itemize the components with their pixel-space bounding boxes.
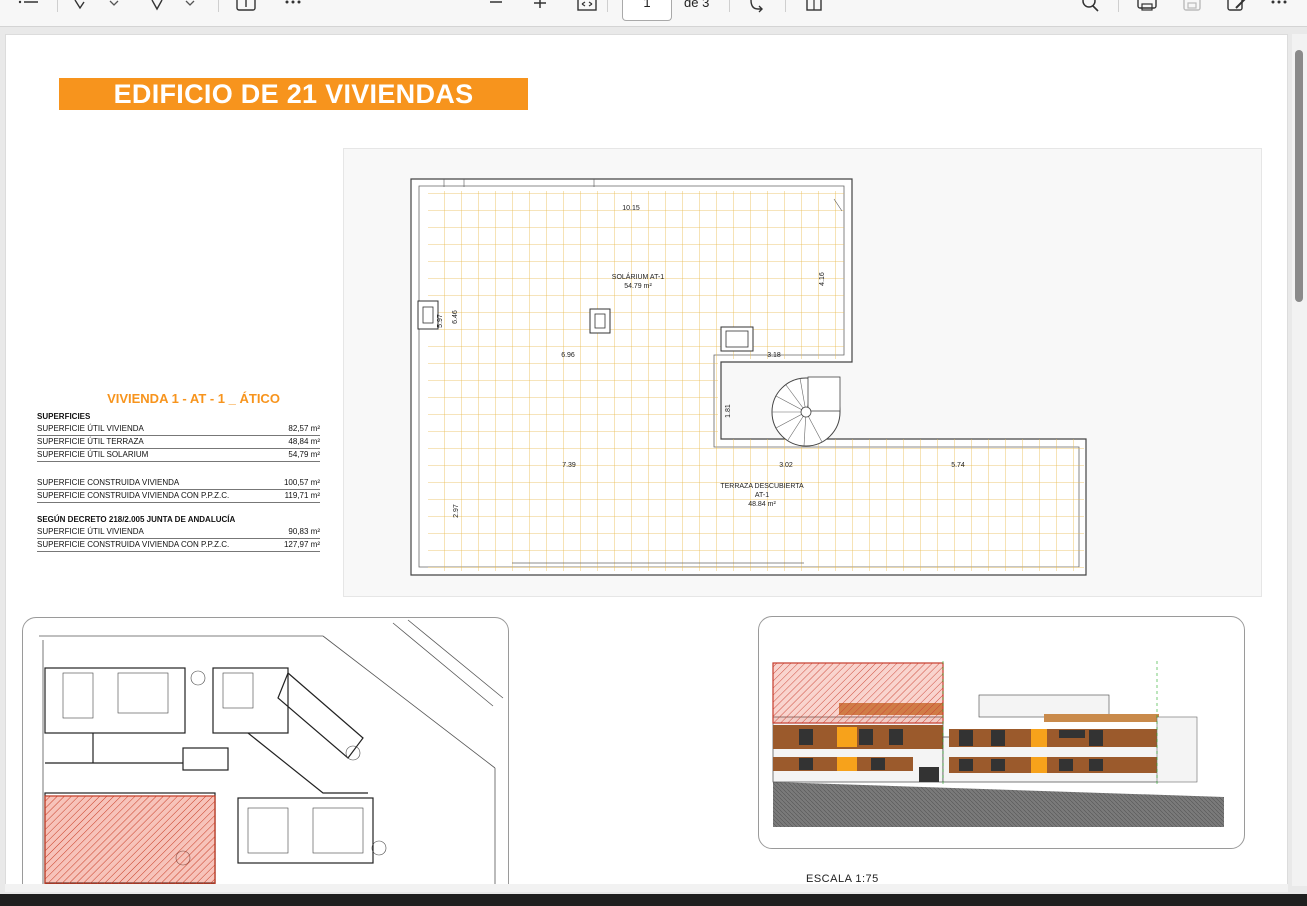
- decree-label: SEGÚN DECRETO 218/2.005 JUNTA DE ANDALUC…: [37, 515, 236, 524]
- page-number-input[interactable]: 1: [622, 0, 672, 21]
- more-icon[interactable]: [1270, 0, 1288, 14]
- rotate-icon[interactable]: [746, 0, 768, 14]
- dimension-label: 5.97: [437, 314, 444, 328]
- toolbar-divider: [729, 0, 730, 12]
- dimension-label: 2.97: [453, 504, 460, 518]
- table-row: SUPERFICIE ÚTIL VIVIENDA 90,83 m²: [37, 526, 320, 539]
- dimension-label: 5.74: [951, 462, 965, 469]
- document-title: EDIFICIO DE 21 VIVIENDAS: [59, 78, 528, 110]
- terrace-label: TERRAZA DESCUBIERTA: [720, 483, 804, 490]
- pdf-toolbar: 1 de 3: [0, 0, 1307, 27]
- chevron-down-icon[interactable]: [108, 0, 120, 14]
- zoom-out-icon[interactable]: [488, 0, 504, 14]
- more-icon[interactable]: [284, 0, 302, 14]
- toolbar-divider: [1118, 0, 1119, 12]
- draw-icon[interactable]: [72, 0, 92, 14]
- terrace-id: AT-1: [755, 492, 769, 499]
- dimension-label: 6.96: [561, 352, 575, 359]
- surface-areas-table: VIVIENDA 1 - AT - 1 _ ÁTICO SUPERFICIES …: [37, 391, 320, 552]
- two-page-icon[interactable]: [803, 0, 825, 14]
- section-label: SUPERFICIES: [37, 412, 91, 421]
- dimension-label: 4.16: [819, 272, 826, 286]
- search-icon[interactable]: [1080, 0, 1102, 14]
- dimension-label: 3.18: [767, 352, 781, 359]
- scrollbar-thumb[interactable]: [1295, 50, 1303, 302]
- dimension-label: 10.15: [622, 205, 640, 212]
- text-box-icon[interactable]: [236, 0, 256, 14]
- toolbar-divider: [607, 0, 608, 12]
- toolbar-divider: [218, 0, 219, 12]
- pdf-page: EDIFICIO DE 21 VIVIENDAS 10.15 4.16 5.97…: [5, 34, 1288, 888]
- taskbar: [0, 894, 1307, 906]
- edit-icon[interactable]: [1226, 0, 1248, 14]
- dwelling-heading: VIVIENDA 1 - AT - 1 _ ÁTICO: [107, 391, 280, 406]
- solarium-label: SOLÁRIUM AT-1: [612, 272, 664, 281]
- horizontal-scrollbar[interactable]: [5, 884, 1288, 892]
- page-total-label: de 3: [684, 0, 710, 10]
- chevron-down-icon[interactable]: [184, 0, 196, 14]
- solarium-area: 54.79 m²: [624, 283, 652, 290]
- toolbar-divider: [785, 0, 786, 12]
- table-row: SUPERFICIE ÚTIL VIVIENDA 82,57 m²: [37, 423, 320, 436]
- table-row: SUPERFICIE ÚTIL SOLARIUM 54,79 m²: [37, 449, 320, 462]
- dimension-label: 3.02: [779, 462, 793, 469]
- elevation-thumbnail: [758, 616, 1245, 849]
- site-plan-thumbnail: [22, 617, 509, 887]
- zoom-in-icon[interactable]: [532, 0, 548, 14]
- list-icon[interactable]: [18, 0, 40, 14]
- save-icon[interactable]: [1182, 0, 1202, 14]
- attic-floor-plan: 10.15 4.16 5.97 6.46 6.96 3.18 1.81 7.39…: [343, 148, 1262, 597]
- table-row: SUPERFICIE ÚTIL TERRAZA 48,84 m²: [37, 436, 320, 449]
- dimension-label: 1.81: [725, 404, 732, 418]
- terrace-area: 48.84 m²: [748, 501, 776, 508]
- toolbar-divider: [57, 0, 58, 12]
- fit-page-icon[interactable]: [576, 0, 598, 14]
- highlight-icon[interactable]: [148, 0, 168, 14]
- table-row: SUPERFICIE CONSTRUIDA VIVIENDA CON P.P.Z…: [37, 490, 320, 503]
- dimension-label: 6.46: [452, 310, 459, 324]
- dimension-label: 7.39: [562, 462, 576, 469]
- table-row: SUPERFICIE CONSTRUIDA VIVIENDA CON P.P.Z…: [37, 539, 320, 552]
- print-icon[interactable]: [1136, 0, 1158, 14]
- table-row: SUPERFICIE CONSTRUIDA VIVIENDA 100,57 m²: [37, 477, 320, 490]
